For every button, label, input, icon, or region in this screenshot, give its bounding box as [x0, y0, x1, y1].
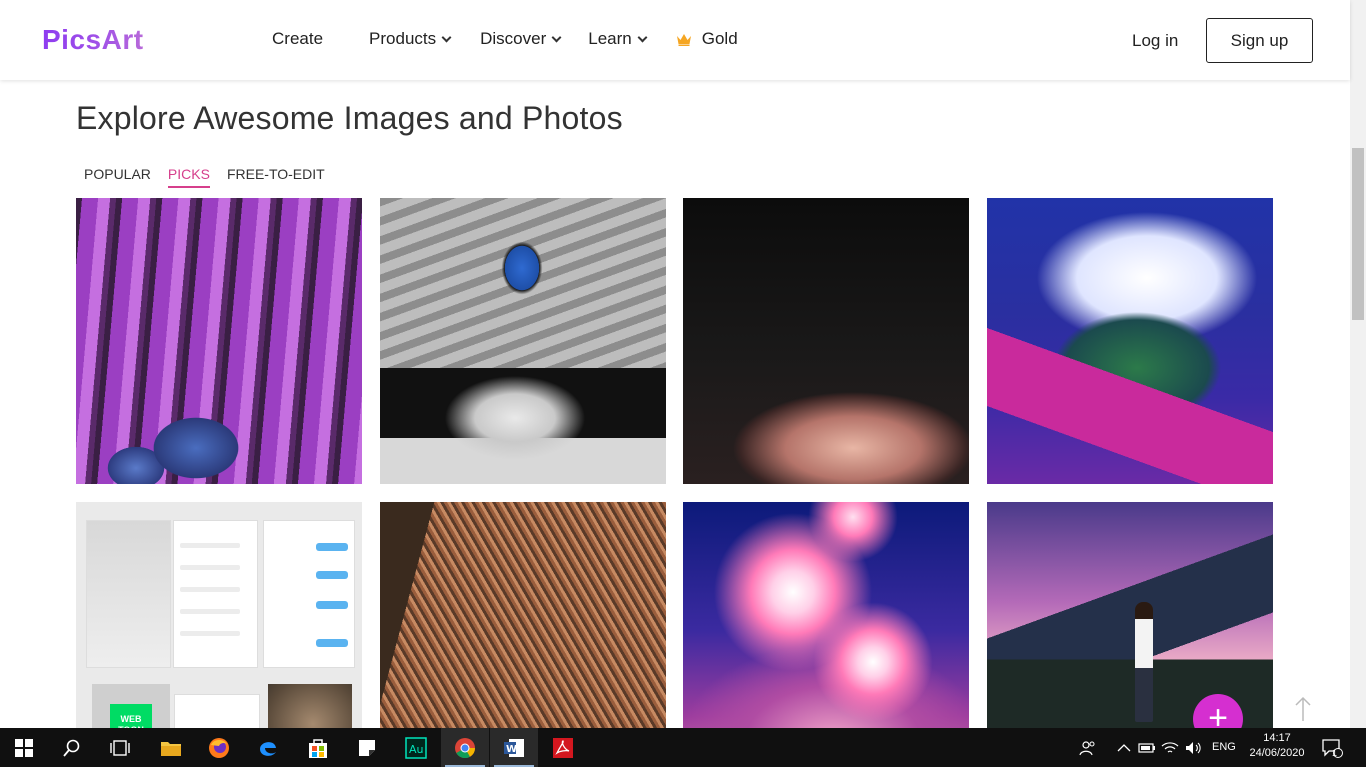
chat-bubble: [316, 601, 348, 609]
notification-count: 1: [1332, 748, 1338, 758]
tab-picks[interactable]: PICKS: [167, 166, 210, 188]
chevron-down-icon: [441, 32, 452, 42]
volume-icon[interactable]: [1180, 734, 1208, 762]
page-scrollbar-thumb[interactable]: [1352, 148, 1364, 320]
language-indicator[interactable]: ENG: [1212, 741, 1236, 753]
store-icon[interactable]: [304, 734, 332, 762]
nav-products-label: Products: [369, 29, 437, 48]
chat-bubble: [316, 543, 348, 551]
page-scrollbar-track[interactable]: [1350, 0, 1366, 728]
image-tile-blue-forest-path[interactable]: [987, 198, 1273, 484]
nav-learn[interactable]: Learn: [588, 29, 648, 49]
image-tile-purple-forest[interactable]: [76, 198, 362, 484]
edge-icon[interactable]: [254, 734, 282, 762]
nav-discover-label: Discover: [480, 29, 547, 48]
firefox-icon[interactable]: [205, 734, 233, 762]
nav-learn-label: Learn: [588, 29, 632, 48]
svg-text:Au: Au: [409, 743, 424, 756]
clock-date: 24/06/2020: [1249, 747, 1305, 759]
image-tile-dark-portrait[interactable]: [683, 198, 969, 484]
nav-gold-label: Gold: [701, 29, 738, 48]
chat-row: [180, 565, 240, 570]
picsart-logo[interactable]: PicsArt: [42, 24, 144, 56]
person-figure: [1135, 602, 1153, 722]
chat-row: [180, 609, 240, 614]
taskbar-clock[interactable]: 14:17 24/06/2020: [1248, 731, 1306, 761]
nav-create-label: Create: [272, 29, 324, 48]
audition-icon[interactable]: Au: [402, 734, 430, 762]
chat-bubble: [316, 639, 348, 647]
chat-bubble: [316, 571, 348, 579]
file-explorer-icon[interactable]: [157, 734, 185, 762]
main-nav: Create Products Discover Learn Gold: [272, 29, 738, 49]
phone-screen: [86, 520, 171, 668]
chevron-down-icon: [637, 32, 648, 42]
chevron-down-icon: [551, 32, 562, 42]
phone-screen: [263, 520, 355, 668]
chat-row: [180, 631, 240, 636]
page-title: Explore Awesome Images and Photos: [76, 100, 623, 136]
nav-products[interactable]: Products: [369, 29, 452, 49]
crown-icon: [676, 33, 691, 46]
svg-text:W: W: [506, 744, 517, 755]
acrobat-icon[interactable]: [549, 734, 577, 762]
nav-gold[interactable]: Gold: [676, 29, 738, 49]
phone-screen: [173, 520, 258, 668]
filter-tabs: POPULAR PICKS FREE-TO-EDIT: [84, 166, 342, 188]
chat-row: [180, 543, 240, 548]
login-link[interactable]: Log in: [1132, 31, 1178, 51]
arrow-up-icon[interactable]: [1293, 696, 1313, 722]
windows-taskbar: Au W ENG 1: [0, 728, 1366, 767]
clock-time: 14:17: [1263, 732, 1291, 744]
signup-button[interactable]: Sign up: [1206, 18, 1313, 63]
nav-discover[interactable]: Discover: [480, 29, 562, 49]
people-icon[interactable]: [1074, 734, 1102, 762]
tab-popular[interactable]: POPULAR: [84, 166, 151, 188]
nav-create[interactable]: Create: [272, 29, 323, 49]
tab-free-to-edit[interactable]: FREE-TO-EDIT: [227, 166, 325, 188]
chrome-icon[interactable]: [451, 734, 479, 762]
task-view-icon[interactable]: [106, 734, 134, 762]
sticky-notes-icon[interactable]: [353, 734, 381, 762]
top-navigation-bar: PicsArt Create Products Discover Learn G…: [0, 0, 1350, 80]
chat-row: [180, 587, 240, 592]
image-tile-collage-woman[interactable]: [380, 198, 666, 484]
word-icon[interactable]: W: [500, 734, 528, 762]
windows-start-icon[interactable]: [10, 734, 38, 762]
search-icon[interactable]: [58, 734, 86, 762]
